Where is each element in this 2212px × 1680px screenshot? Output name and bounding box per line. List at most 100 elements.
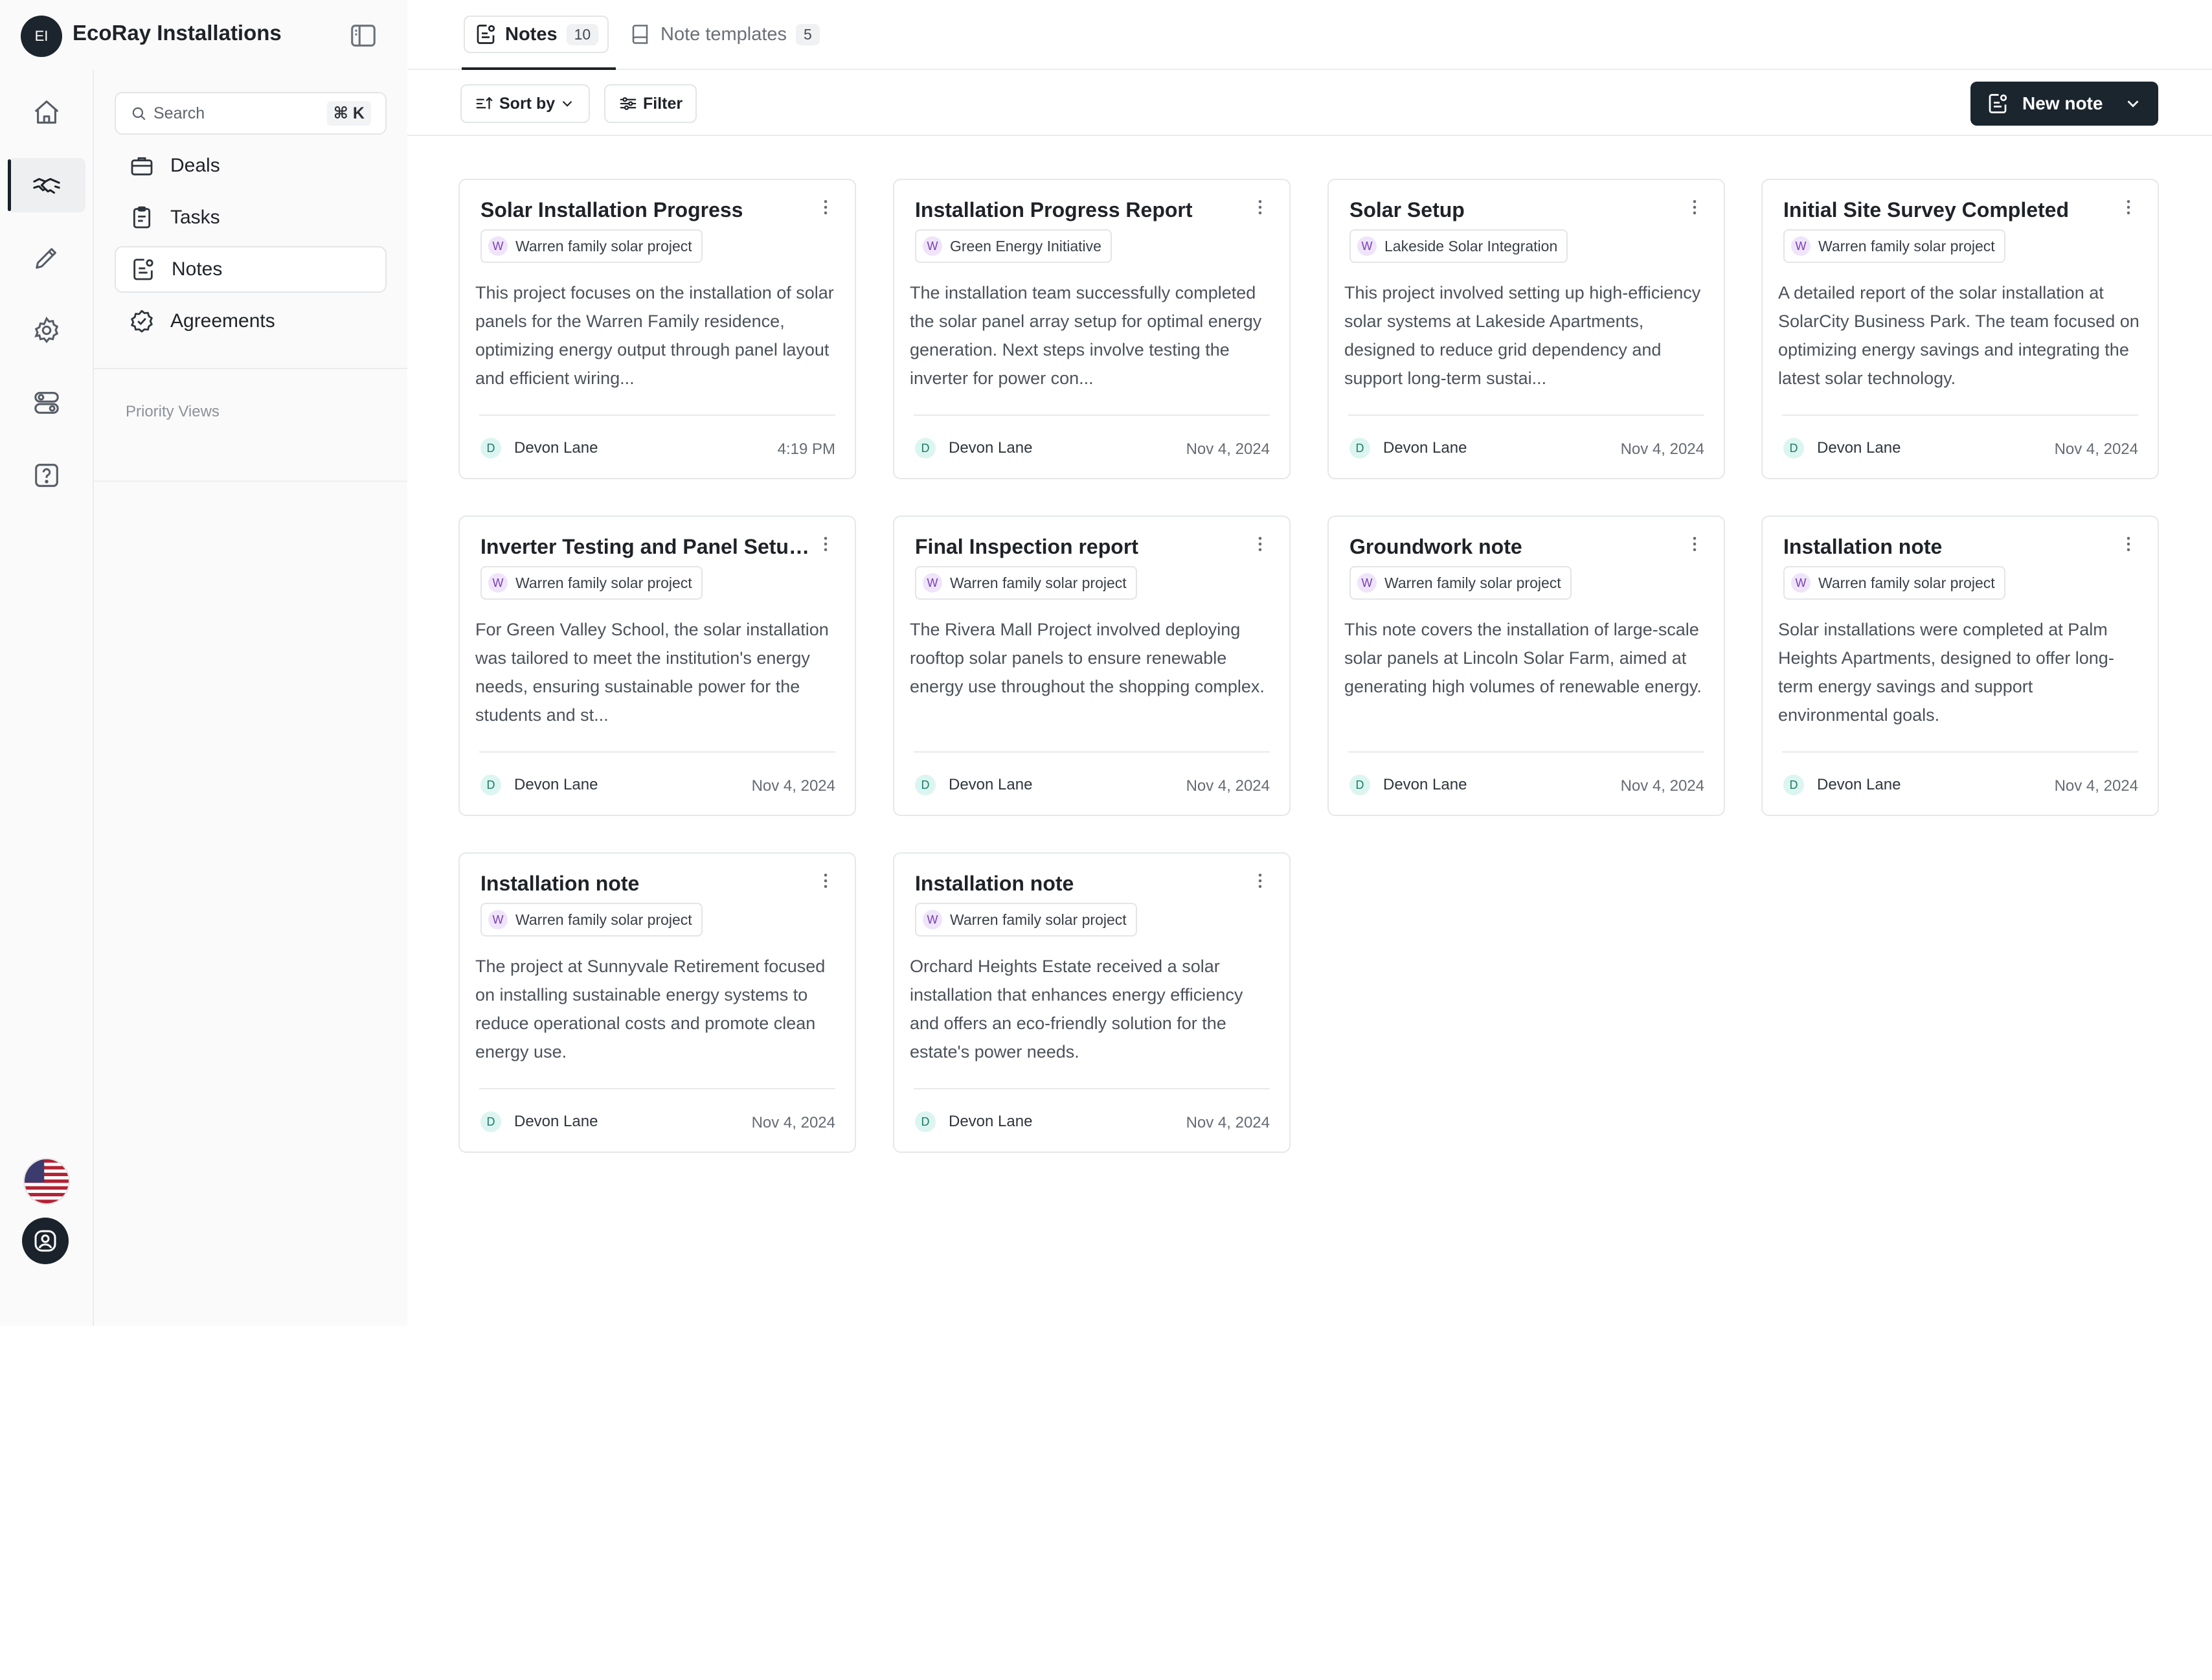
filter-button[interactable]: Filter (604, 84, 697, 123)
sidebar-item-label: Notes (172, 258, 223, 280)
note-body: A detailed report of the solar installat… (1778, 283, 2139, 388)
note-menu-button[interactable] (816, 531, 835, 557)
note-author: D Devon Lane (480, 775, 598, 795)
note-card[interactable]: Solar Installation Progress W Warren fam… (458, 179, 856, 479)
author-name: Devon Lane (514, 439, 598, 457)
user-profile-button[interactable] (22, 1218, 69, 1264)
project-tag[interactable]: W Green Energy Initiative (915, 229, 1112, 263)
search-field[interactable]: ⌘ K (115, 92, 387, 135)
rail-home-button[interactable] (8, 85, 85, 140)
sidebar-item-deals[interactable]: Deals (115, 142, 387, 189)
project-name: Warren family solar project (950, 574, 1127, 591)
note-menu-button[interactable] (816, 868, 835, 894)
rail-edit-button[interactable] (8, 231, 85, 285)
project-name: Green Energy Initiative (950, 237, 1101, 255)
project-tag[interactable]: W Warren family solar project (915, 903, 1137, 936)
project-tag[interactable]: W Warren family solar project (1783, 229, 2005, 263)
project-name: Warren family solar project (515, 237, 692, 255)
note-menu-button[interactable] (1250, 531, 1270, 557)
sort-by-label: Sort by (499, 94, 556, 113)
note-card[interactable]: Installation note W Warren family solar … (1761, 516, 2159, 816)
project-name: Warren family solar project (950, 911, 1127, 928)
rail-settings-button[interactable] (8, 303, 85, 358)
note-card[interactable]: Solar Setup W Lakeside Solar Integration… (1327, 179, 1725, 479)
rail-preferences-button[interactable] (8, 376, 85, 430)
tab-count-badge: 5 (796, 23, 820, 45)
project-tag[interactable]: W Warren family solar project (480, 566, 703, 600)
note-card[interactable]: Installation note W Warren family solar … (893, 852, 1291, 1153)
project-tag[interactable]: W Warren family solar project (480, 229, 703, 263)
tab-notes[interactable]: Notes 10 (464, 16, 609, 53)
project-avatar: W (1357, 236, 1377, 256)
project-tag[interactable]: W Lakeside Solar Integration (1349, 229, 1568, 263)
more-vertical-icon (1258, 537, 1262, 551)
note-menu-button[interactable] (2119, 531, 2138, 557)
note-body: Solar installations were completed at Pa… (1778, 620, 2114, 725)
project-tag[interactable]: W Warren family solar project (480, 903, 703, 936)
project-tag[interactable]: W Warren family solar project (1349, 566, 1572, 600)
note-menu-button[interactable] (1250, 194, 1270, 220)
note-date: Nov 4, 2024 (1620, 440, 1704, 458)
more-vertical-icon (2127, 200, 2130, 214)
note-menu-button[interactable] (816, 194, 835, 220)
note-card[interactable]: Initial Site Survey Completed W Warren f… (1761, 179, 2159, 479)
note-author: D Devon Lane (1349, 438, 1467, 459)
note-menu-button[interactable] (2119, 194, 2138, 220)
clipboard-icon (133, 206, 151, 229)
note-title: Installation note (1783, 535, 1943, 558)
note-card[interactable]: Groundwork note W Warren family solar pr… (1327, 516, 1725, 816)
priority-views-label: Priority Views (126, 403, 220, 420)
project-avatar: W (923, 573, 942, 593)
note-card[interactable]: Final Inspection report W Warren family … (893, 516, 1291, 816)
note-card[interactable]: Inverter Testing and Panel Setup... W Wa… (458, 516, 856, 816)
sidebar-item-notes[interactable]: Notes (115, 246, 387, 293)
author-name: Devon Lane (949, 1113, 1033, 1130)
note-title: Installation Progress Report (915, 198, 1193, 221)
project-name: Warren family solar project (515, 574, 692, 591)
note-icon (133, 258, 153, 280)
language-flag-button[interactable] (23, 1158, 70, 1205)
sidebar-item-agreements[interactable]: Agreements (115, 298, 387, 345)
note-date: Nov 4, 2024 (1186, 440, 1270, 458)
author-name: Devon Lane (514, 776, 598, 793)
project-tag[interactable]: W Warren family solar project (1783, 566, 2005, 600)
sidebar-item-tasks[interactable]: Tasks (115, 194, 387, 241)
card-divider (1348, 414, 1704, 416)
sort-by-button[interactable]: Sort by (460, 84, 591, 123)
note-menu-button[interactable] (1685, 194, 1704, 220)
search-icon (132, 107, 146, 120)
search-input[interactable] (153, 104, 322, 123)
note-card[interactable]: Installation Progress Report W Green Ene… (893, 179, 1291, 479)
rail-active-indicator (8, 159, 11, 211)
author-name: Devon Lane (949, 776, 1033, 793)
note-title: Inverter Testing and Panel Setup... (480, 535, 817, 558)
chevron-down-icon[interactable] (2123, 94, 2143, 113)
project-avatar: W (488, 236, 508, 256)
badge-check-icon (131, 310, 153, 333)
note-menu-button[interactable] (1685, 531, 1704, 557)
author-name: Devon Lane (514, 1113, 598, 1130)
org-logo[interactable]: EI (21, 16, 62, 57)
note-menu-button[interactable] (1250, 868, 1270, 894)
sidebar-item-label: Deals (170, 155, 220, 176)
note-date: 4:19 PM (777, 440, 835, 458)
org-name[interactable]: EcoRay Installations (73, 21, 282, 45)
new-note-button[interactable]: New note (1970, 82, 2158, 126)
note-author: D Devon Lane (1783, 775, 1901, 795)
collapse-sidebar-button[interactable] (347, 19, 379, 52)
note-author: D Devon Lane (915, 438, 1032, 459)
rail-help-button[interactable] (8, 448, 85, 503)
author-name: Devon Lane (1383, 776, 1467, 793)
tab-note-templates[interactable]: Note templates 5 (620, 16, 829, 53)
more-vertical-icon (1258, 874, 1262, 888)
chevron-down-icon (562, 100, 572, 107)
us-flag-icon (25, 1159, 69, 1203)
rail-deals-button[interactable] (8, 158, 85, 212)
note-date: Nov 4, 2024 (1186, 777, 1270, 795)
toggles-icon (34, 392, 59, 414)
note-title: Installation note (480, 872, 640, 895)
project-tag[interactable]: W Warren family solar project (915, 566, 1137, 600)
note-title: Solar Setup (1349, 198, 1465, 221)
search-shortcut: ⌘ K (326, 101, 371, 126)
note-card[interactable]: Installation note W Warren family solar … (458, 852, 856, 1153)
